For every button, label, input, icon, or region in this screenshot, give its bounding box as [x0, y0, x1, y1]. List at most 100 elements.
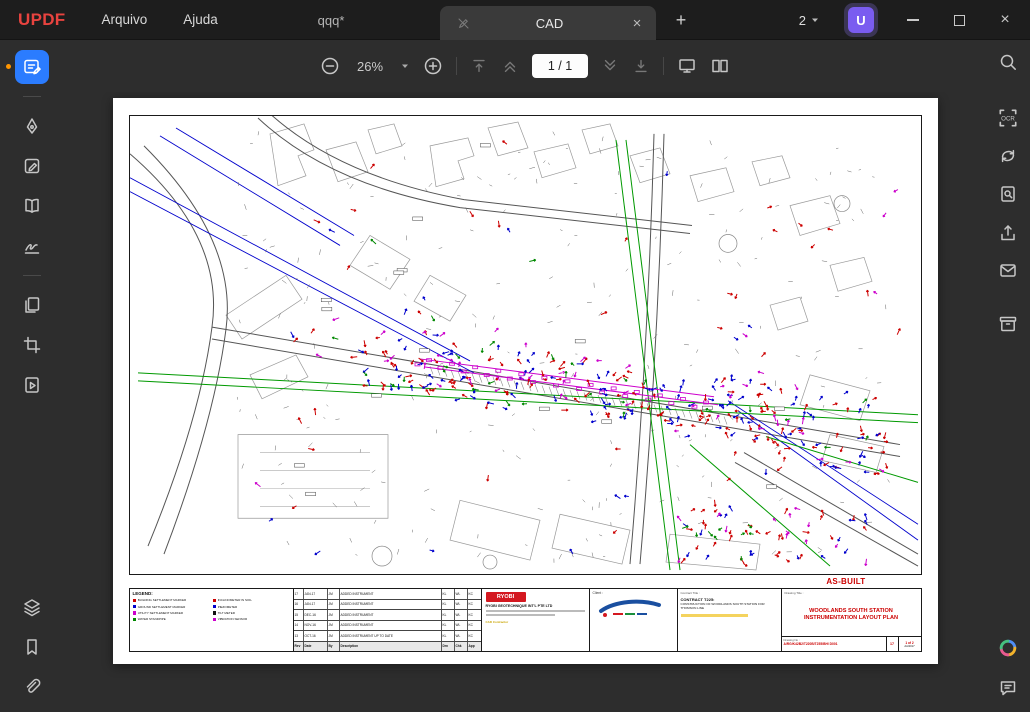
menu-ajuda[interactable]: Ajuda [183, 12, 218, 27]
chat-icon [998, 678, 1018, 698]
drawing-title-cell: Drawing Title : WOODLANDS SOUTH STATION … [782, 589, 921, 651]
revision-no: 17 [887, 637, 899, 651]
reader-icon [22, 196, 42, 216]
revision-row: 13OCT-16JMADDED INSTRUMENT UP TO DATEKLW… [294, 631, 481, 642]
zoom-level[interactable]: 26% [353, 59, 387, 74]
revision-table: 17JAN-17JMADDED INSTRUMENTKLWLKC16JAN-17… [294, 589, 482, 651]
new-tab-button[interactable]: + [669, 8, 693, 32]
drawing-title-line2: INSTRUMENTATION LAYOUT PLAN [804, 615, 898, 623]
document-canvas: AS-BUILT LEGEND: BUILDING SETTLEMENT MAR… [64, 92, 986, 712]
edit-icon [22, 156, 42, 176]
zoom-in-button[interactable] [423, 56, 443, 76]
edit-tool[interactable] [15, 149, 49, 183]
crop-icon [22, 335, 42, 355]
zoom-dropdown[interactable] [400, 61, 410, 71]
ocr-button[interactable]: OCR [994, 104, 1022, 132]
layers-icon [22, 597, 42, 617]
sign-icon [22, 236, 42, 256]
menu-arquivo[interactable]: Arquivo [101, 12, 147, 27]
tab-count-dropdown[interactable]: 2 [799, 13, 820, 28]
divider [456, 57, 457, 75]
convert-button[interactable] [994, 142, 1022, 170]
revision-row: 16JAN-17JMADDED INSTRUMENTKLWLKC [294, 600, 481, 611]
divider [663, 57, 664, 75]
bookmark-icon [22, 637, 42, 657]
maximize-button[interactable] [948, 9, 970, 31]
view-toolbar: 26% 1 / 1 [64, 40, 986, 92]
pages-tool[interactable] [15, 288, 49, 322]
drawing-title-line1: WOODLANDS SOUTH STATION [809, 608, 893, 616]
reader-tool[interactable] [15, 189, 49, 223]
page-layout-button[interactable] [710, 56, 730, 76]
extract-button[interactable] [994, 180, 1022, 208]
divider [23, 96, 41, 97]
last-page-button[interactable] [632, 57, 650, 75]
tab-cad[interactable]: CAD × [440, 6, 656, 40]
document-search-icon [998, 184, 1018, 204]
bookmark-panel-toggle[interactable] [15, 630, 49, 664]
legend-title: LEGEND: [133, 591, 290, 596]
drawing-number-row: Drawing No : A/RG/K42B2/T220B/T255/BH/ D… [782, 636, 921, 651]
page-indicator-input[interactable]: 1 / 1 [532, 54, 588, 78]
minimize-button[interactable] [902, 9, 924, 31]
previous-page-button[interactable] [501, 57, 519, 75]
presentation-button[interactable] [677, 56, 697, 76]
pdf-page: AS-BUILT LEGEND: BUILDING SETTLEMENT MAR… [113, 98, 938, 664]
avatar[interactable]: U [844, 3, 878, 37]
company-cell: RYOBI RYOBI GEOTECHNIQUE INT'L PTE LTD C… [482, 589, 590, 651]
search-button[interactable] [994, 48, 1022, 76]
legend-item: WATER STANDPIPE [133, 616, 210, 622]
titlebar: UPDF Arquivo Ajuda qqq* CAD × + 2 U × [0, 0, 1030, 40]
right-sidebar: OCR [986, 40, 1030, 712]
active-tool-dot [6, 64, 11, 69]
pen-disabled-icon [456, 16, 471, 31]
collapse-top-icon [470, 57, 488, 75]
annotate-tool[interactable] [15, 50, 49, 84]
archive-button[interactable] [994, 310, 1022, 338]
monitor-icon [677, 56, 697, 76]
tab-label: qqq* [318, 13, 345, 28]
drawing-no: A/RG/K42B2/T220B/T255/BH/ D001 [784, 642, 884, 646]
content-area: 26% 1 / 1 [64, 40, 986, 712]
mail-button[interactable] [994, 256, 1022, 284]
cad-drawing [129, 115, 922, 575]
chevron-down-icon [810, 15, 820, 25]
drawing-title: WOODLANDS SOUTH STATION INSTRUMENTATION … [782, 595, 921, 637]
cad-contractor-label: CAD Contractor [486, 620, 585, 624]
contract-cell: Contract Title : CONTRACT T225: CONSTRUC… [678, 589, 782, 651]
comments-panel-button[interactable] [994, 674, 1022, 702]
consultant-highlight [681, 614, 749, 617]
mail-icon [998, 260, 1018, 280]
title-block: LEGEND: BUILDING SETTLEMENT MARKERGROUND… [129, 588, 922, 652]
close-button[interactable]: × [994, 9, 1016, 31]
first-page-button[interactable] [470, 57, 488, 75]
ocr-icon: OCR [997, 107, 1019, 129]
signature-nib-tool[interactable] [15, 109, 49, 143]
attachment-panel-toggle[interactable] [15, 670, 49, 704]
zoom-out-button[interactable] [320, 56, 340, 76]
company-name: RYOBI GEOTECHNIQUE INT'L PTE LTD [486, 604, 585, 608]
ocr-tool[interactable] [15, 368, 49, 402]
legend-items: BUILDING SETTLEMENT MARKERGROUND SETTLEM… [133, 597, 290, 623]
sign-tool[interactable] [15, 229, 49, 263]
nib-icon [22, 116, 42, 136]
revision-row: 15DEC-16JMADDED INSTRUMENTKLWLKC [294, 610, 481, 621]
layers-panel-toggle[interactable] [15, 590, 49, 624]
app-logo: UPDF [18, 10, 65, 30]
tab-qqq[interactable]: qqq* [258, 0, 404, 40]
next-page-button[interactable] [601, 57, 619, 75]
divider [23, 275, 41, 276]
convert-icon [998, 146, 1018, 166]
ai-assistant-button[interactable] [994, 634, 1022, 662]
date-code: AA/2017 [904, 645, 914, 648]
crop-tool[interactable] [15, 328, 49, 362]
annotate-icon [22, 57, 42, 77]
left-sidebar [0, 40, 64, 712]
share-button[interactable] [994, 219, 1022, 247]
as-built-strip: AS-BUILT [129, 575, 922, 588]
ocr-play-icon [22, 375, 42, 395]
close-tab-icon[interactable]: × [628, 15, 646, 32]
legend-item: VIBRATION SENSOR [213, 616, 290, 622]
as-built-label: AS-BUILT [826, 577, 865, 586]
contract-line2: CONSTRUCTION OF WOODLANDS SOUTH STATION … [681, 603, 778, 611]
